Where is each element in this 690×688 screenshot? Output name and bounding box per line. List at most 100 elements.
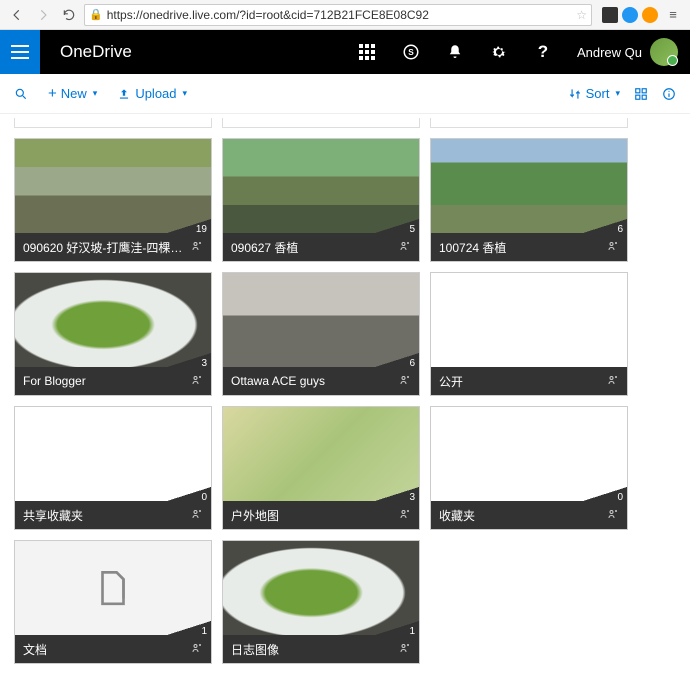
folder-name: 090620 好汉坡-打鹰洼-四棵树-... <box>23 239 191 256</box>
partial-row <box>14 118 676 128</box>
folder-name: 户外地图 <box>231 507 279 524</box>
ext-icon-1[interactable] <box>602 7 618 23</box>
tile-label-bar: 日志图像 <box>223 635 419 663</box>
folder-thumbnail <box>431 273 627 367</box>
header-icons: S ? <box>345 30 565 74</box>
bell-icon <box>446 43 464 61</box>
info-icon <box>662 87 676 101</box>
folder-tile[interactable]: 1 文档 <box>14 540 212 664</box>
tile-label-bar: 户外地图 <box>223 501 419 529</box>
bookmark-star-icon[interactable]: ☆ <box>576 8 587 22</box>
share-icon <box>399 642 411 657</box>
user-name: Andrew Qu <box>577 45 642 60</box>
url-bar[interactable]: 🔒 https://onedrive.live.com/?id=root&cid… <box>84 4 592 26</box>
reload-button[interactable] <box>58 4 80 26</box>
tile-row: 3For Blogger 6 Ottawa ACE guys 公开 <box>14 272 676 396</box>
item-count-badge: 6 <box>375 353 419 367</box>
browser-menu-icon[interactable]: ≡ <box>662 4 684 26</box>
partial-tile[interactable] <box>14 118 212 128</box>
item-count: 0 <box>617 492 623 503</box>
item-count-badge: 1 <box>375 621 419 635</box>
folder-tile[interactable]: 6 Ottawa ACE guys <box>222 272 420 396</box>
folder-tile[interactable]: 0 共享收藏夹 <box>14 406 212 530</box>
lock-icon: 🔒 <box>89 8 103 21</box>
back-button[interactable] <box>6 4 28 26</box>
item-count: 3 <box>409 492 415 503</box>
file-grid: 19090620 好汉坡-打鹰洼-四棵树-...5090627 香植610072… <box>0 114 690 688</box>
item-count-badge: 0 <box>167 487 211 501</box>
sort-label: Sort <box>586 86 610 101</box>
item-count: 0 <box>201 492 207 503</box>
share-icon <box>607 508 619 523</box>
item-count-badge: 19 <box>167 219 211 233</box>
tile-label-bar: 共享收藏夹 <box>15 501 211 529</box>
sort-icon <box>568 87 582 101</box>
tile-label-bar: 公开 <box>431 367 627 395</box>
item-count: 1 <box>409 626 415 637</box>
app-launcher-button[interactable] <box>345 30 389 74</box>
folder-name: Ottawa ACE guys <box>231 374 325 388</box>
item-count-badge: 5 <box>375 219 419 233</box>
folder-tile[interactable]: 19 090620 好汉坡-打鹰洼-四棵树-... <box>14 138 212 262</box>
folder-name: For Blogger <box>23 374 86 388</box>
gear-icon <box>490 43 508 61</box>
folder-name: 文档 <box>23 641 47 658</box>
partial-tile[interactable] <box>430 118 628 128</box>
share-icon <box>399 240 411 255</box>
folder-tile[interactable]: 3For Blogger <box>14 272 212 396</box>
item-count-badge: 3 <box>375 487 419 501</box>
info-button[interactable] <box>662 87 676 101</box>
item-count: 1 <box>201 626 207 637</box>
new-label: New <box>61 86 87 101</box>
chevron-down-icon: ▾ <box>183 88 188 99</box>
notifications-button[interactable] <box>433 30 477 74</box>
hamburger-icon <box>11 45 29 59</box>
sort-button[interactable]: Sort ▾ <box>568 86 620 101</box>
tile-label-bar: 090620 好汉坡-打鹰洼-四棵树-... <box>15 233 211 261</box>
app-header: OneDrive S ? Andrew Qu <box>0 30 690 74</box>
ext-icon-2[interactable] <box>622 7 638 23</box>
help-button[interactable]: ? <box>521 30 565 74</box>
upload-icon <box>117 87 131 101</box>
tile-row: 1 文档 1 日志图像 <box>14 540 676 664</box>
folder-name: 收藏夹 <box>439 507 475 524</box>
apps-grid-icon <box>359 44 375 60</box>
upload-label: Upload <box>135 86 176 101</box>
search-button[interactable] <box>14 87 28 101</box>
command-bar: + New ▾ Upload ▾ Sort ▾ <box>0 74 690 114</box>
user-area[interactable]: Andrew Qu <box>565 38 690 66</box>
tile-label-bar: 100724 香植 <box>431 233 627 261</box>
item-count: 19 <box>196 224 207 235</box>
share-icon <box>399 374 411 389</box>
extension-icons: ≡ <box>602 4 684 26</box>
new-button[interactable]: + New ▾ <box>48 85 97 102</box>
grid-view-icon <box>634 87 648 101</box>
folder-tile[interactable]: 3 户外地图 <box>222 406 420 530</box>
folder-name: 公开 <box>439 373 463 390</box>
settings-button[interactable] <box>477 30 521 74</box>
view-button[interactable] <box>634 87 648 101</box>
item-count: 6 <box>409 358 415 369</box>
folder-tile[interactable]: 6100724 香植 <box>430 138 628 262</box>
menu-toggle-button[interactable] <box>0 30 40 74</box>
app-title: OneDrive <box>60 42 345 62</box>
skype-button[interactable]: S <box>389 30 433 74</box>
folder-tile[interactable]: 1 日志图像 <box>222 540 420 664</box>
item-count: 6 <box>617 224 623 235</box>
url-text: https://onedrive.live.com/?id=root&cid=7… <box>107 8 429 22</box>
folder-tile[interactable]: 公开 <box>430 272 628 396</box>
folder-tile[interactable]: 0 收藏夹 <box>430 406 628 530</box>
avatar <box>650 38 678 66</box>
item-count: 5 <box>409 224 415 235</box>
folder-name: 共享收藏夹 <box>23 507 83 524</box>
partial-tile[interactable] <box>222 118 420 128</box>
folder-tile[interactable]: 5090627 香植 <box>222 138 420 262</box>
forward-button[interactable] <box>32 4 54 26</box>
share-icon <box>191 642 203 657</box>
upload-button[interactable]: Upload ▾ <box>117 86 187 101</box>
chevron-down-icon: ▾ <box>615 88 620 99</box>
tile-label-bar: 文档 <box>15 635 211 663</box>
tile-row: 19090620 好汉坡-打鹰洼-四棵树-...5090627 香植610072… <box>14 138 676 262</box>
ext-icon-3[interactable] <box>642 7 658 23</box>
folder-name: 日志图像 <box>231 641 279 658</box>
